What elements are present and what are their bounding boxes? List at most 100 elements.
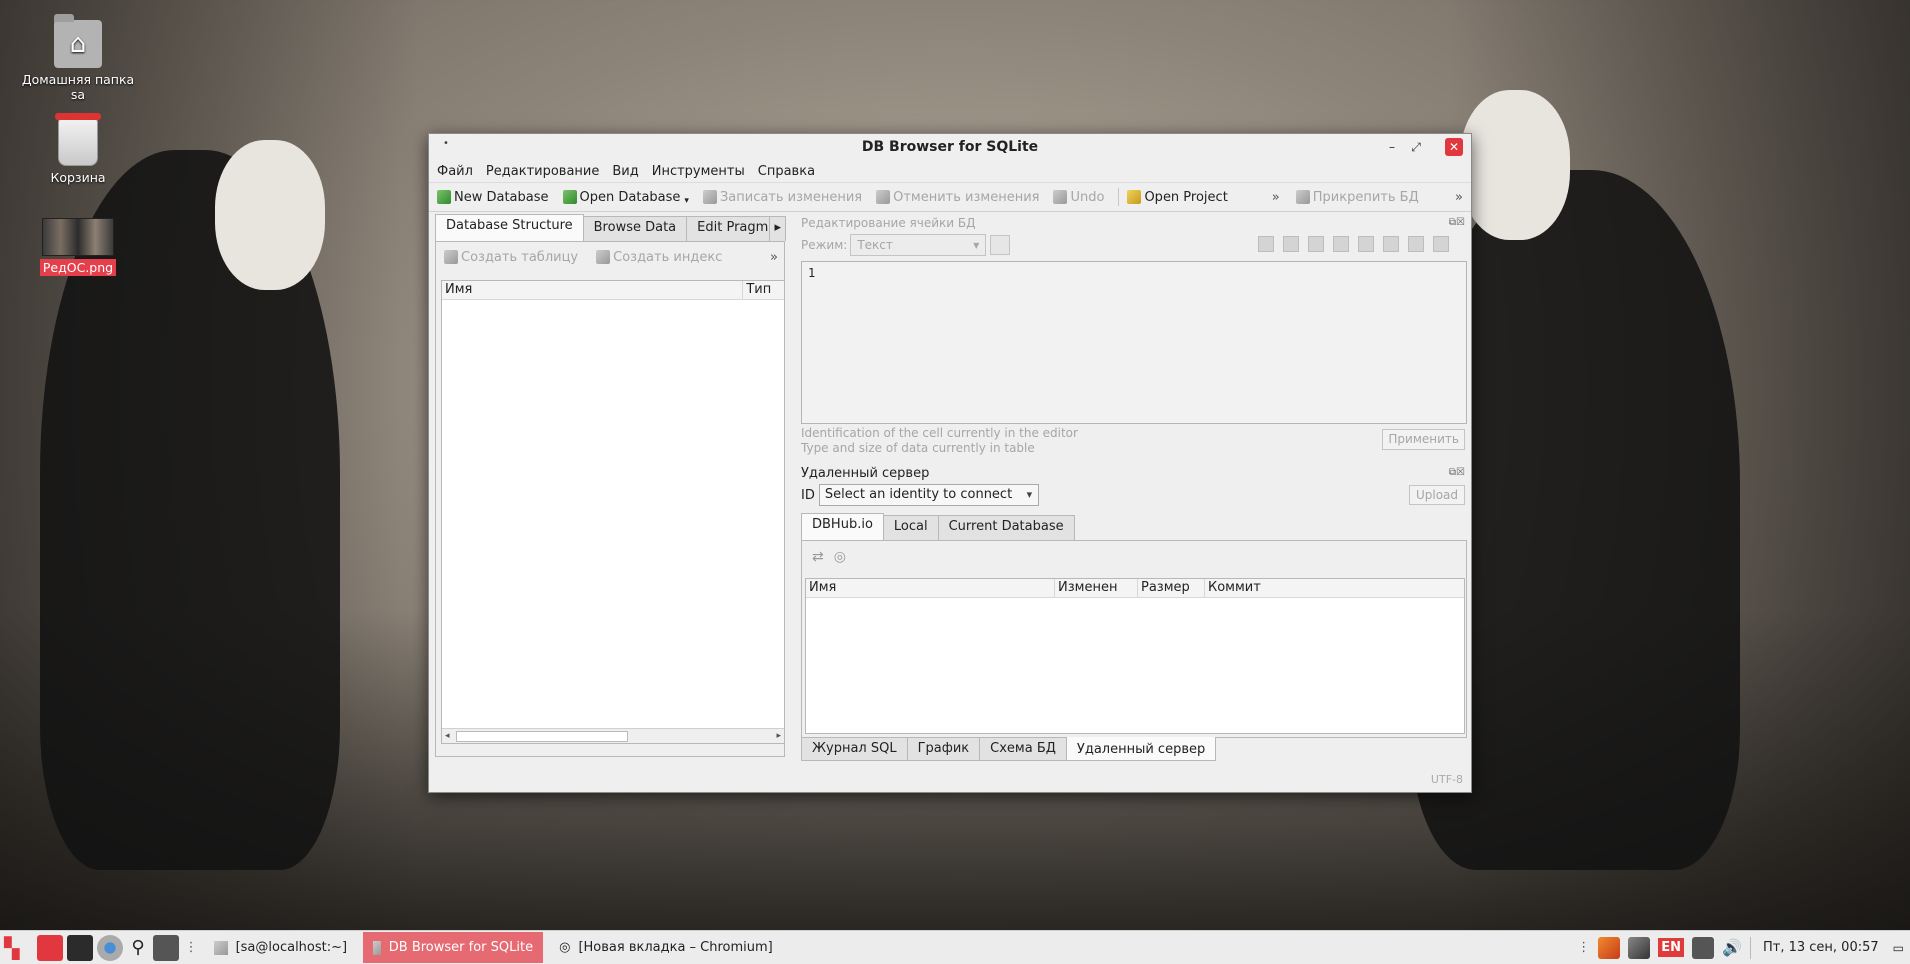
open-project-icon [1127,190,1142,204]
app-menu-icon[interactable]: ▚ [4,936,19,960]
desktop-icon-label: Корзина [50,170,106,185]
auto-apply-icon[interactable] [1408,236,1424,252]
mode-select[interactable]: Текст ▾ [850,234,987,256]
scroll-left-icon[interactable]: ◂ [445,729,450,743]
tab-remote[interactable]: Удаленный сервер [1065,737,1217,761]
scrollbar-thumb[interactable] [456,731,628,742]
open-project-button[interactable]: Open Project [1127,190,1228,205]
column-header-size[interactable]: Размер [1138,579,1205,597]
update-icon[interactable] [1598,936,1621,959]
desktop-icon-image[interactable]: РедОС.png [18,218,138,276]
write-changes-button[interactable]: Записать изменения [702,190,862,205]
edit-cell-title: Редактирование ячейки БД [801,216,976,230]
column-header-commit[interactable]: Коммит [1205,579,1458,597]
menu-edit[interactable]: Редактирование [486,164,599,179]
menu-help[interactable]: Справка [758,164,815,179]
task-db-browser[interactable]: DB Browser for SQLite [363,932,544,963]
image-file-icon [42,218,114,256]
new-database-button[interactable]: New Database [437,190,549,205]
clone-icon[interactable]: ◎ [834,549,846,565]
remote-table-header: Имя Изменен Размер Коммит [806,579,1464,598]
tab-database-structure[interactable]: Database Structure [435,214,584,241]
undo-label: Undo [1070,189,1105,205]
network-icon[interactable] [1628,936,1651,959]
export-icon[interactable] [1333,236,1349,252]
toolbar-overflow-icon[interactable]: » [1455,190,1463,205]
dock-float-close-icons[interactable]: ⧉☒ [1449,217,1465,228]
create-index-button[interactable]: Создать индекс [596,250,722,265]
auto-format-icon[interactable] [990,235,1011,255]
tab-edit-pragma[interactable]: Edit Pragma [686,216,771,241]
attach-database-button[interactable]: Прикрепить БД [1295,190,1419,205]
identity-select[interactable]: Select an identity to connect [818,484,1040,506]
clock[interactable]: Пт, 13 сен, 00:57 [1763,940,1879,955]
menu-file[interactable]: Файл [437,164,473,179]
title-bar[interactable]: • DB Browser for SQLite – ⤢ ✕ [429,134,1471,160]
dock-float-close-icons[interactable]: ⧉☒ [1449,467,1465,478]
tab-db-schema[interactable]: Схема БД [979,737,1067,761]
screenshot-icon[interactable] [152,934,179,961]
undo-button[interactable]: Undo [1053,190,1104,205]
text-mode-icon[interactable] [1258,236,1274,252]
task-db-browser-label: DB Browser for SQLite [388,940,534,955]
column-header-name[interactable]: Имя [806,579,1055,597]
scroll-right-icon[interactable]: ▸ [776,729,781,743]
display-icon[interactable] [1692,936,1715,959]
tab-plot[interactable]: График [906,737,981,761]
search-icon[interactable]: ⚲ [131,937,144,958]
create-table-icon [444,250,458,264]
desktop-icon-label: РедОС.png [39,259,117,276]
show-desktop-icon[interactable]: ▭ [1893,941,1904,955]
column-header-name[interactable]: Имя [442,281,744,299]
print-icon[interactable] [1433,236,1449,252]
refresh-icon[interactable]: ⇄ [812,549,824,565]
tab-current-database[interactable]: Current Database [937,515,1075,540]
create-table-button[interactable]: Создать таблицу [444,250,578,265]
menu-tools[interactable]: Инструменты [652,164,745,179]
menu-view[interactable]: Вид [612,164,638,179]
minimize-icon[interactable]: – [1383,138,1401,156]
undo-icon [1053,190,1068,204]
open-database-button[interactable]: Open Database ▾ [562,188,689,206]
chevron-down-icon: ▾ [973,238,980,252]
tab-sql-log[interactable]: Журнал SQL [801,737,908,761]
keyboard-layout-indicator[interactable]: EN [1658,938,1685,957]
db-browser-small-icon [373,940,381,955]
import-icon[interactable] [1308,236,1324,252]
maximize-icon[interactable]: ⤢ [1407,138,1425,156]
taskbar-separator-icon: ⋮ [184,940,198,955]
chromium-icon[interactable] [97,934,124,961]
revert-changes-icon [876,190,891,204]
column-header-modified[interactable]: Изменен [1055,579,1138,597]
tab-scroll-right-icon[interactable]: ▸ [769,216,786,241]
horizontal-scrollbar[interactable]: ◂ ▸ [442,728,784,743]
tab-browse-data[interactable]: Browse Data [582,216,688,241]
cell-editor[interactable]: 1 [801,261,1467,424]
toolbar-separator [1118,188,1120,206]
set-null-icon[interactable] [1358,236,1374,252]
mode-row: Режим: Текст ▾ [801,232,1467,258]
toolbar-overflow-icon[interactable]: » [1272,190,1280,205]
tab-local[interactable]: Local [882,515,939,540]
close-icon[interactable]: ✕ [1445,138,1463,156]
word-wrap-icon[interactable] [1283,236,1299,252]
structure-overflow-icon[interactable]: » [770,250,778,265]
desktop-icon-trash[interactable]: Корзина [18,113,138,185]
task-terminal[interactable]: [sa@localhost:~] [204,932,358,963]
apply-button[interactable]: Применить [1382,429,1465,450]
desktop-icon-home[interactable]: ⌂ Домашняя папка sa [18,14,138,102]
open-external-icon[interactable] [1383,236,1399,252]
tab-dbhub[interactable]: DBHub.io [801,513,884,540]
upload-button[interactable]: Upload [1408,485,1465,505]
file-manager-icon[interactable] [37,934,64,961]
column-header-type[interactable]: Тип [743,281,784,299]
dbhub-toolbar: ⇄ ◎ [802,541,1466,573]
remote-table[interactable]: Имя Изменен Размер Коммит [805,578,1465,734]
tray-divider [1749,936,1751,959]
terminal-icon[interactable] [67,934,94,961]
schema-tree[interactable]: Имя Тип ◂ ▸ [441,280,785,744]
task-chromium[interactable]: ◎ [Новая вкладка – Chromium] [549,932,783,963]
dropdown-arrow-icon[interactable]: ▾ [684,196,689,206]
revert-changes-button[interactable]: Отменить изменения [876,190,1039,205]
volume-icon[interactable]: 🔊 [1722,938,1742,957]
